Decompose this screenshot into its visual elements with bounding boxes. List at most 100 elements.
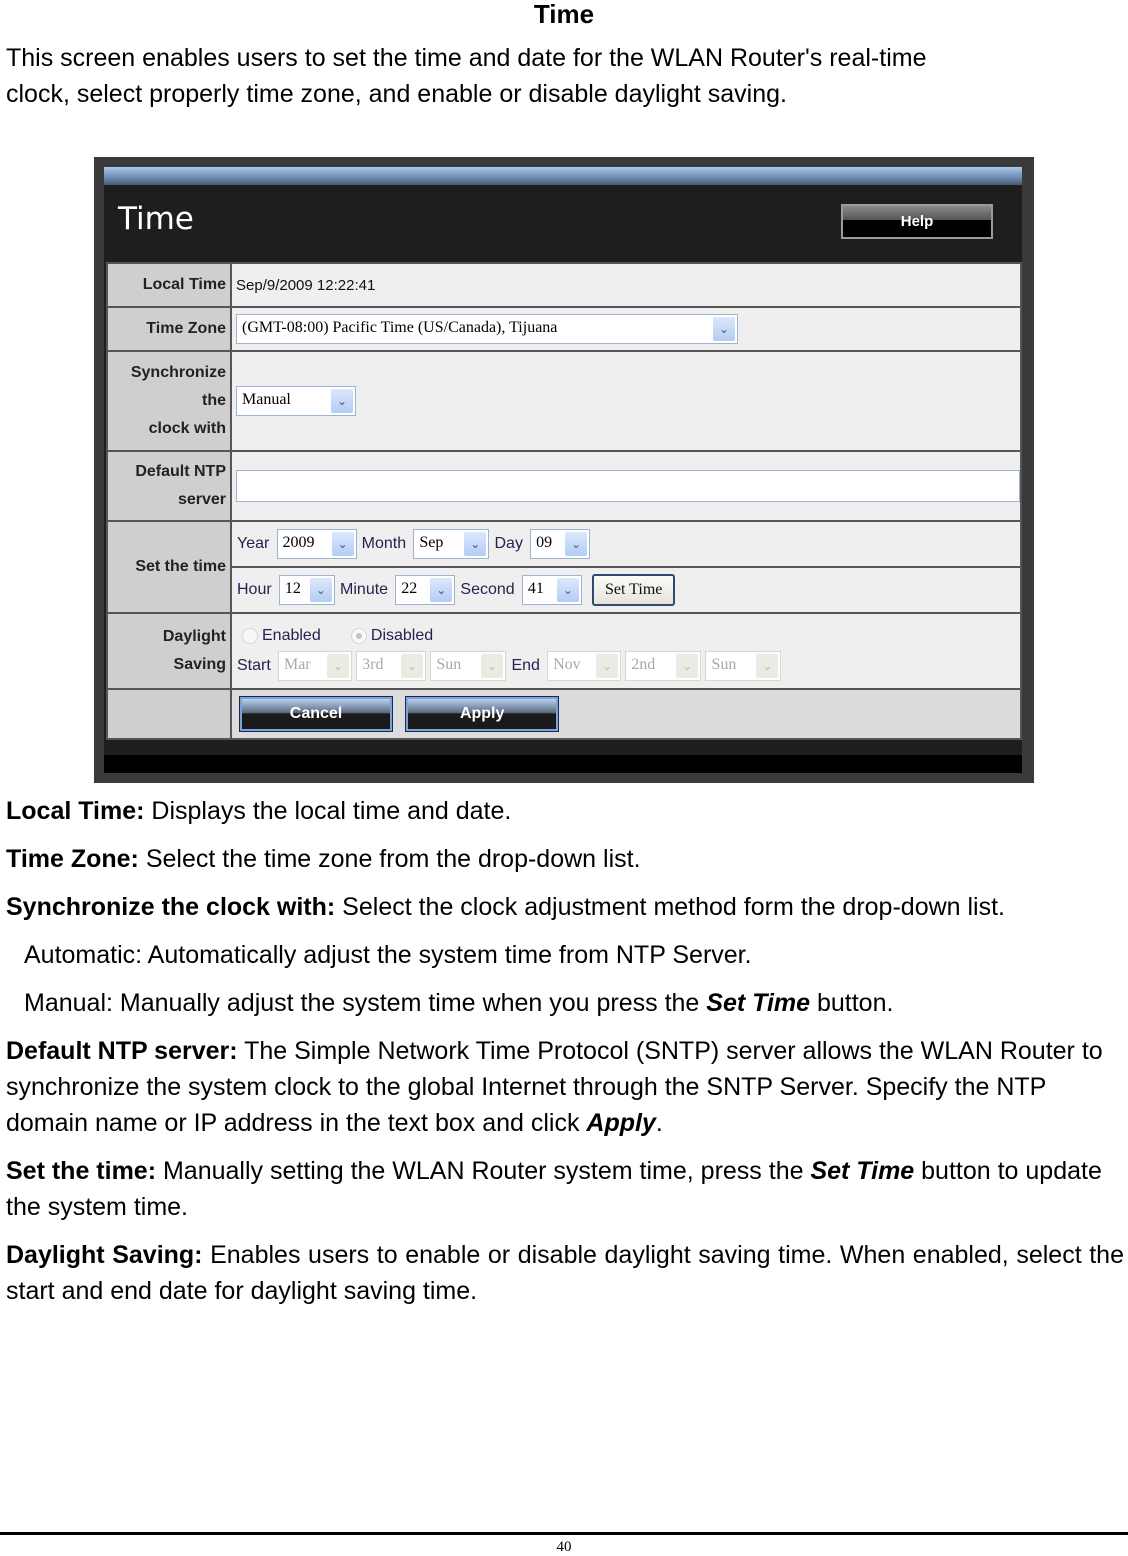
dst-end-day-select[interactable]: Sun ⌄ <box>705 651 782 681</box>
chevron-down-icon: ⌄ <box>401 654 424 678</box>
chevron-down-icon: ⌄ <box>713 317 735 341</box>
desc-daylight: Daylight Saving: Enables users to enable… <box>6 1237 1124 1309</box>
row-daylight-saving: Daylight Saving Enabled Disabled Start M… <box>106 612 1022 690</box>
panel-footer-bar <box>104 755 1022 773</box>
desc-emphasis: Set Time <box>810 1157 915 1185</box>
month-selected: Sep <box>419 534 444 551</box>
dst-start-day: Sun <box>436 656 462 673</box>
desc-text: Manually setting the WLAN Router system … <box>156 1157 811 1185</box>
row-ntp-server: Default NTP server <box>106 450 1022 522</box>
hour-select[interactable]: 12 ⌄ <box>278 575 335 605</box>
desc-manual: Manual: Manually adjust the system time … <box>6 985 1124 1021</box>
intro-paragraph: This screen enables users to set the tim… <box>6 40 1126 112</box>
dst-end-label: End <box>511 657 540 674</box>
router-panel: Time Help Local Time Sep/9/2009 12:22:41… <box>104 167 1022 773</box>
chevron-down-icon: ⌄ <box>331 532 354 556</box>
desc-sync: Synchronize the clock with: Select the c… <box>6 889 1124 925</box>
dst-start-day-select[interactable]: Sun ⌄ <box>430 651 507 681</box>
desc-term: Default NTP server: <box>6 1037 238 1065</box>
month-label: Month <box>361 535 407 552</box>
chevron-down-icon: ⌄ <box>756 654 779 678</box>
dst-start-month: Mar <box>283 656 311 673</box>
daylight-disabled-label: Disabled <box>370 627 434 645</box>
sync-label-line: Synchronize <box>130 364 226 381</box>
local-time-label: Local Time <box>106 262 232 308</box>
time-zone-select[interactable]: (GMT-08:00) Pacific Time (US/Canada), Ti… <box>236 314 738 344</box>
set-time-label: Set the time <box>106 520 232 614</box>
sync-method-select[interactable]: Manual ⌄ <box>236 386 356 416</box>
row-time-zone: Time Zone (GMT-08:00) Pacific Time (US/C… <box>106 306 1022 352</box>
ntp-label-line: Default NTP <box>135 463 226 480</box>
daylight-enabled-radio[interactable] <box>242 628 258 645</box>
dst-end-week: 2nd <box>631 656 656 673</box>
desc-automatic: Automatic: Automatically adjust the syst… <box>24 941 752 969</box>
second-select[interactable]: 41 ⌄ <box>521 575 582 605</box>
second-label: Second <box>460 581 515 598</box>
dst-end-month-select[interactable]: Nov ⌄ <box>547 651 622 681</box>
desc-term: Synchronize the clock with: <box>6 893 336 921</box>
panel-top-bar <box>104 167 1022 185</box>
apply-button[interactable]: Apply <box>405 696 560 732</box>
row-local-time: Local Time Sep/9/2009 12:22:41 <box>106 262 1022 308</box>
desc-text: Select the clock adjustment method form … <box>335 893 1005 921</box>
dst-start-week: 3rd <box>362 656 384 673</box>
minute-label: Minute <box>340 581 389 598</box>
desc-text: . <box>655 1109 663 1137</box>
cancel-button[interactable]: Cancel <box>239 696 393 732</box>
desc-text: Manual: Manually adjust the system time … <box>24 989 707 1017</box>
intro-line: clock, select properly time zone, and en… <box>6 80 787 108</box>
desc-time-zone: Time Zone: Select the time zone from the… <box>6 841 1124 877</box>
dst-end-week-select[interactable]: 2nd ⌄ <box>625 651 702 681</box>
year-label: Year <box>237 535 270 552</box>
daylight-label-line: Daylight <box>162 628 226 645</box>
dst-start-month-select[interactable]: Mar ⌄ <box>277 651 352 681</box>
ntp-server-input[interactable] <box>236 470 1020 502</box>
actions-label-cell <box>106 688 232 740</box>
footer-divider <box>0 1532 1128 1535</box>
row-set-time-date: Set the time Year 2009 ⌄ Month Sep ⌄ Day <box>106 520 1022 614</box>
sync-method-selected: Manual <box>242 391 291 408</box>
desc-emphasis: Apply <box>586 1109 656 1137</box>
chevron-down-icon: ⌄ <box>596 654 619 678</box>
set-time-button[interactable]: Set Time <box>592 574 676 606</box>
chevron-down-icon: ⌄ <box>331 389 353 413</box>
local-time-value: Sep/9/2009 12:22:41 <box>230 262 1022 308</box>
row-actions: Cancel Apply <box>106 688 1022 740</box>
second-selected: 41 <box>527 580 544 597</box>
sync-label: Synchronize the clock with <box>106 350 232 452</box>
year-select[interactable]: 2009 ⌄ <box>276 529 357 559</box>
dst-end-month: Nov <box>553 656 581 673</box>
day-select[interactable]: 09 ⌄ <box>530 529 591 559</box>
chevron-down-icon: ⌄ <box>464 532 487 556</box>
month-select[interactable]: Sep ⌄ <box>413 529 490 559</box>
chevron-down-icon: ⌄ <box>676 654 699 678</box>
hour-label: Hour <box>237 581 272 598</box>
chevron-down-icon: ⌄ <box>326 654 349 678</box>
sync-label-line: clock with <box>148 420 226 437</box>
chevron-down-icon: ⌄ <box>556 578 579 602</box>
time-settings-form: Local Time Sep/9/2009 12:22:41 Time Zone… <box>106 262 1022 740</box>
desc-local-time: Local Time: Displays the local time and … <box>6 793 1124 829</box>
time-zone-label: Time Zone <box>106 306 232 352</box>
panel-title: Time <box>118 201 194 237</box>
hour-selected: 12 <box>284 580 301 597</box>
desc-term: Set the time: <box>6 1157 157 1185</box>
desc-text: Displays the local time and date. <box>144 797 512 825</box>
dst-end-day: Sun <box>711 656 737 673</box>
daylight-label-line: Saving <box>173 656 226 673</box>
page-number: 40 <box>556 1539 572 1555</box>
section-title: Time <box>533 0 595 29</box>
row-set-time-clock: Hour 12 ⌄ Minute 22 ⌄ Second 41 ⌄ Set Ti… <box>107 566 1022 614</box>
desc-text: button. <box>810 989 894 1017</box>
chevron-down-icon: ⌄ <box>565 532 588 556</box>
desc-term: Time Zone: <box>6 845 139 873</box>
time-zone-selected: (GMT-08:00) Pacific Time (US/Canada), Ti… <box>242 319 558 336</box>
minute-select[interactable]: 22 ⌄ <box>395 575 456 605</box>
help-button[interactable]: Help <box>841 204 993 239</box>
year-selected: 2009 <box>282 534 315 551</box>
daylight-disabled-radio[interactable] <box>350 628 367 645</box>
desc-set-time: Set the time: Manually setting the WLAN … <box>6 1153 1124 1225</box>
desc-text: Select the time zone from the drop-down … <box>138 845 641 873</box>
dst-start-week-select[interactable]: 3rd ⌄ <box>356 651 427 681</box>
field-descriptions: Local Time: Displays the local time and … <box>6 793 1124 1321</box>
